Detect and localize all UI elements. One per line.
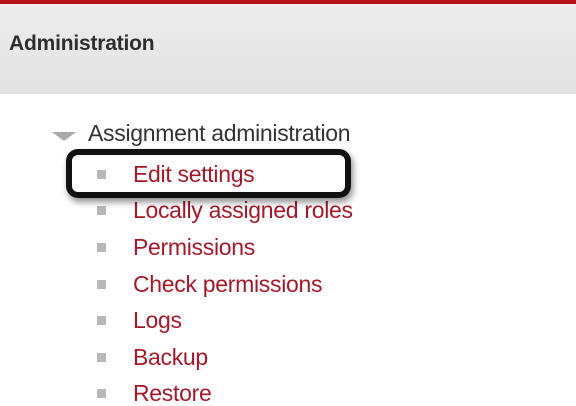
page: Administration Assignment administration…: [0, 0, 576, 406]
logs-link[interactable]: Logs: [133, 307, 182, 334]
check-permissions-link[interactable]: Check permissions: [133, 271, 322, 298]
locally-assigned-roles-link[interactable]: Locally assigned roles: [133, 197, 353, 224]
restore-link[interactable]: Restore: [133, 380, 212, 406]
triangle-down-icon[interactable]: [52, 131, 76, 141]
square-bullet-icon: [97, 316, 106, 326]
tree-node-assignment-administration[interactable]: Assignment administration: [52, 118, 351, 148]
list-item-permissions: Permissions: [90, 229, 353, 266]
permissions-link[interactable]: Permissions: [133, 234, 255, 261]
list-item-edit-settings: Edit settings: [90, 156, 353, 193]
list-item-logs: Logs: [90, 302, 353, 339]
square-bullet-icon: [97, 279, 106, 289]
list-item-backup: Backup: [90, 339, 353, 376]
square-bullet-icon: [97, 352, 106, 362]
list-item-restore: Restore: [90, 376, 353, 406]
list-item-locally-assigned-roles: Locally assigned roles: [90, 193, 353, 230]
tree-node-label: Assignment administration: [88, 119, 351, 146]
admin-items-list: Edit settings Locally assigned roles Per…: [90, 156, 353, 406]
list-item-check-permissions: Check permissions: [90, 266, 353, 303]
square-bullet-icon: [97, 389, 106, 399]
administration-block-header: Administration: [0, 4, 576, 94]
square-bullet-icon: [97, 169, 106, 179]
square-bullet-icon: [97, 242, 106, 252]
backup-link[interactable]: Backup: [133, 344, 208, 371]
square-bullet-icon: [97, 206, 106, 216]
edit-settings-link[interactable]: Edit settings: [133, 161, 255, 188]
block-title: Administration: [9, 32, 155, 55]
